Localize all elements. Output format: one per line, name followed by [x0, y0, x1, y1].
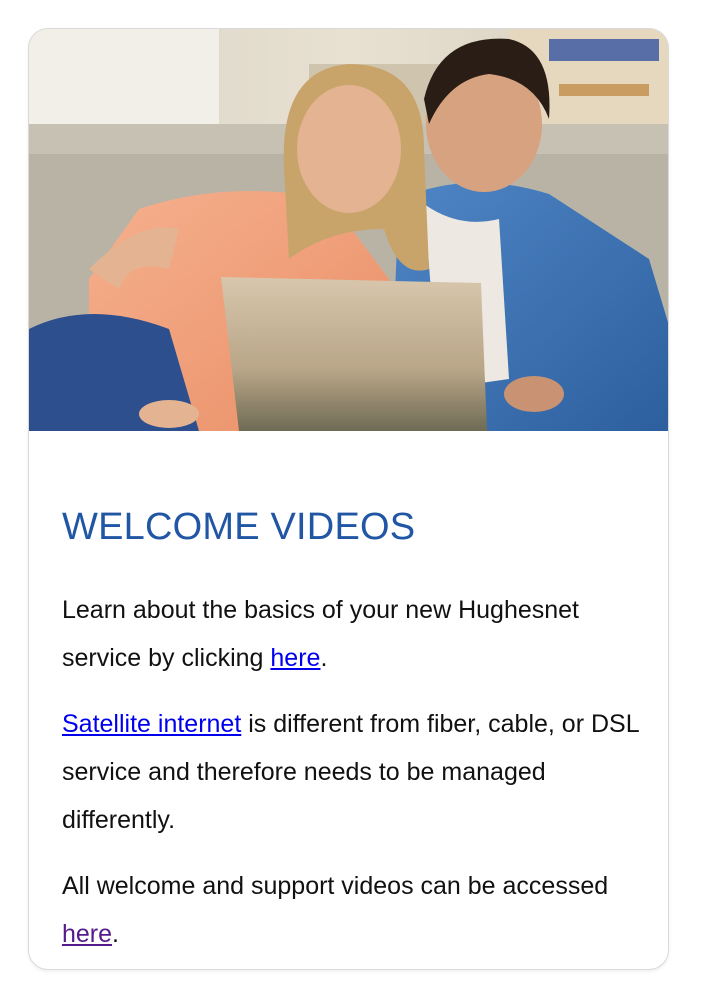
welcome-videos-card: WELCOME VIDEOS Learn about the basics of… — [28, 28, 669, 970]
basics-here-link[interactable]: here — [270, 644, 320, 672]
hero-photo — [29, 29, 668, 431]
card-title: WELCOME VIDEOS — [62, 506, 416, 548]
satellite-internet-link[interactable]: Satellite internet — [62, 710, 241, 738]
videos-here-link[interactable]: here — [62, 920, 112, 948]
satellite-paragraph: Satellite internet is different from fib… — [62, 700, 642, 844]
intro-paragraph: Learn about the basics of your new Hughe… — [62, 586, 642, 682]
card-content: WELCOME VIDEOS Learn about the basics of… — [62, 431, 642, 958]
videos-text: All welcome and support videos can be ac… — [62, 872, 609, 900]
videos-paragraph: All welcome and support videos can be ac… — [62, 862, 642, 958]
intro-text-end: . — [320, 644, 328, 672]
videos-text-end: . — [112, 920, 119, 948]
